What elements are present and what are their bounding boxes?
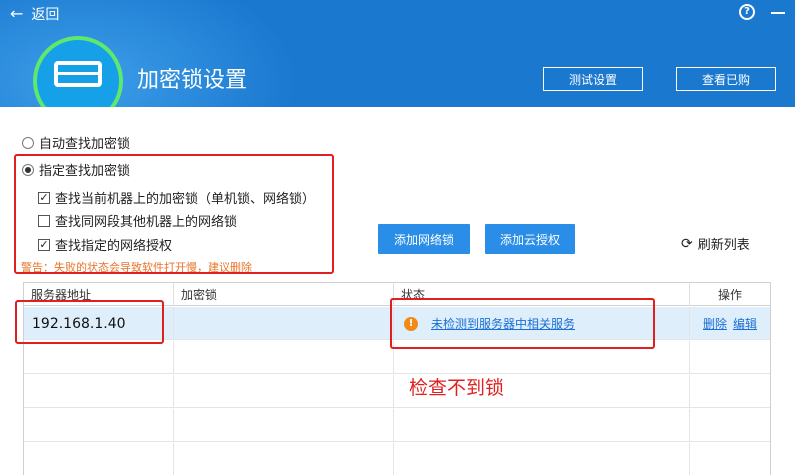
status-link[interactable]: 未检测到服务器中相关服务	[431, 315, 575, 332]
empty-cell	[24, 375, 174, 408]
refresh-list-button[interactable]: ⟳ 刷新列表	[681, 234, 750, 254]
window-controls: ?	[739, 4, 785, 20]
column-header-status[interactable]: 状态	[394, 283, 690, 306]
back-label: 返回	[31, 7, 60, 23]
specify-find-option[interactable]: 指定查找加密锁	[22, 160, 130, 179]
find-specified-auth-label: 查找指定的网络授权	[55, 239, 173, 254]
find-specified-auth-option[interactable]: ✓ 查找指定的网络授权	[38, 235, 172, 254]
refresh-list-label: 刷新列表	[697, 238, 750, 253]
empty-cell	[394, 443, 690, 475]
header-bar: ← 返回 ? 加密锁设置 测试设置 查看已购	[0, 0, 795, 107]
empty-cell	[174, 443, 394, 475]
refresh-icon: ⟳	[681, 235, 693, 252]
server-table: 服务器地址 加密锁 状态 操作 192.168.1.40 ! 未检测到服务器中相…	[23, 282, 771, 475]
edit-link[interactable]: 编辑	[733, 315, 757, 332]
table-row[interactable]: 192.168.1.40 ! 未检测到服务器中相关服务 删除 编辑	[24, 307, 770, 340]
specify-find-label: 指定查找加密锁	[39, 164, 131, 179]
checkbox-unchecked[interactable]	[38, 214, 50, 227]
add-network-lock-button[interactable]: 添加网络锁	[378, 224, 470, 254]
table-row-empty	[24, 375, 770, 408]
actions-cell: 删除 编辑	[690, 307, 770, 340]
status-cell: ! 未检测到服务器中相关服务	[394, 307, 690, 340]
empty-cell	[394, 409, 690, 442]
column-header-server[interactable]: 服务器地址	[24, 283, 174, 306]
add-cloud-auth-button[interactable]: 添加云授权	[485, 224, 575, 254]
empty-cell	[174, 341, 394, 374]
page-title: 加密锁设置	[137, 68, 248, 93]
auto-find-option[interactable]: 自动查找加密锁	[22, 133, 130, 152]
minimize-icon[interactable]	[771, 12, 785, 14]
view-purchased-button[interactable]: 查看已购	[676, 67, 776, 91]
empty-cell	[174, 409, 394, 442]
warning-message: 警告：失败的状态会导致软件打开慢，建议删除	[21, 261, 252, 274]
find-local-lock-label: 查找当前机器上的加密锁（单机锁、网络锁）	[55, 192, 316, 207]
radio-button[interactable]	[22, 136, 34, 149]
auto-find-label: 自动查找加密锁	[39, 137, 131, 152]
table-header: 服务器地址 加密锁 状态 操作	[24, 283, 770, 306]
find-local-lock-option[interactable]: ✓ 查找当前机器上的加密锁（单机锁、网络锁）	[38, 188, 315, 207]
empty-cell	[690, 375, 770, 408]
empty-cell	[690, 443, 770, 475]
checkbox-checked[interactable]: ✓	[38, 191, 50, 204]
column-header-lock[interactable]: 加密锁	[174, 283, 394, 306]
test-settings-button[interactable]: 测试设置	[543, 67, 643, 91]
warning-circle-icon: !	[404, 316, 418, 331]
checkbox-checked[interactable]: ✓	[38, 238, 50, 251]
empty-cell	[394, 341, 690, 374]
help-circle-icon[interactable]: ?	[739, 4, 755, 20]
arrow-left-icon: ←	[10, 4, 24, 23]
dongle-device-icon	[54, 61, 102, 87]
lock-cell	[174, 307, 394, 340]
table-row-empty	[24, 443, 770, 475]
empty-cell	[690, 341, 770, 374]
empty-cell	[174, 375, 394, 408]
back-button[interactable]: ← 返回	[10, 4, 59, 24]
delete-link[interactable]: 删除	[703, 315, 727, 332]
table-row-empty	[24, 341, 770, 374]
server-address-cell: 192.168.1.40	[24, 307, 174, 340]
column-header-actions: 操作	[717, 288, 742, 302]
empty-cell	[24, 409, 174, 442]
annotation-text: 检查不到锁	[409, 377, 505, 399]
empty-cell	[24, 443, 174, 475]
find-subnet-lock-label: 查找同网段其他机器上的网络锁	[55, 215, 238, 230]
empty-cell	[24, 341, 174, 374]
find-subnet-lock-option[interactable]: 查找同网段其他机器上的网络锁	[38, 211, 237, 230]
empty-cell	[690, 409, 770, 442]
radio-button-selected[interactable]	[22, 163, 34, 176]
table-row-empty	[24, 409, 770, 442]
